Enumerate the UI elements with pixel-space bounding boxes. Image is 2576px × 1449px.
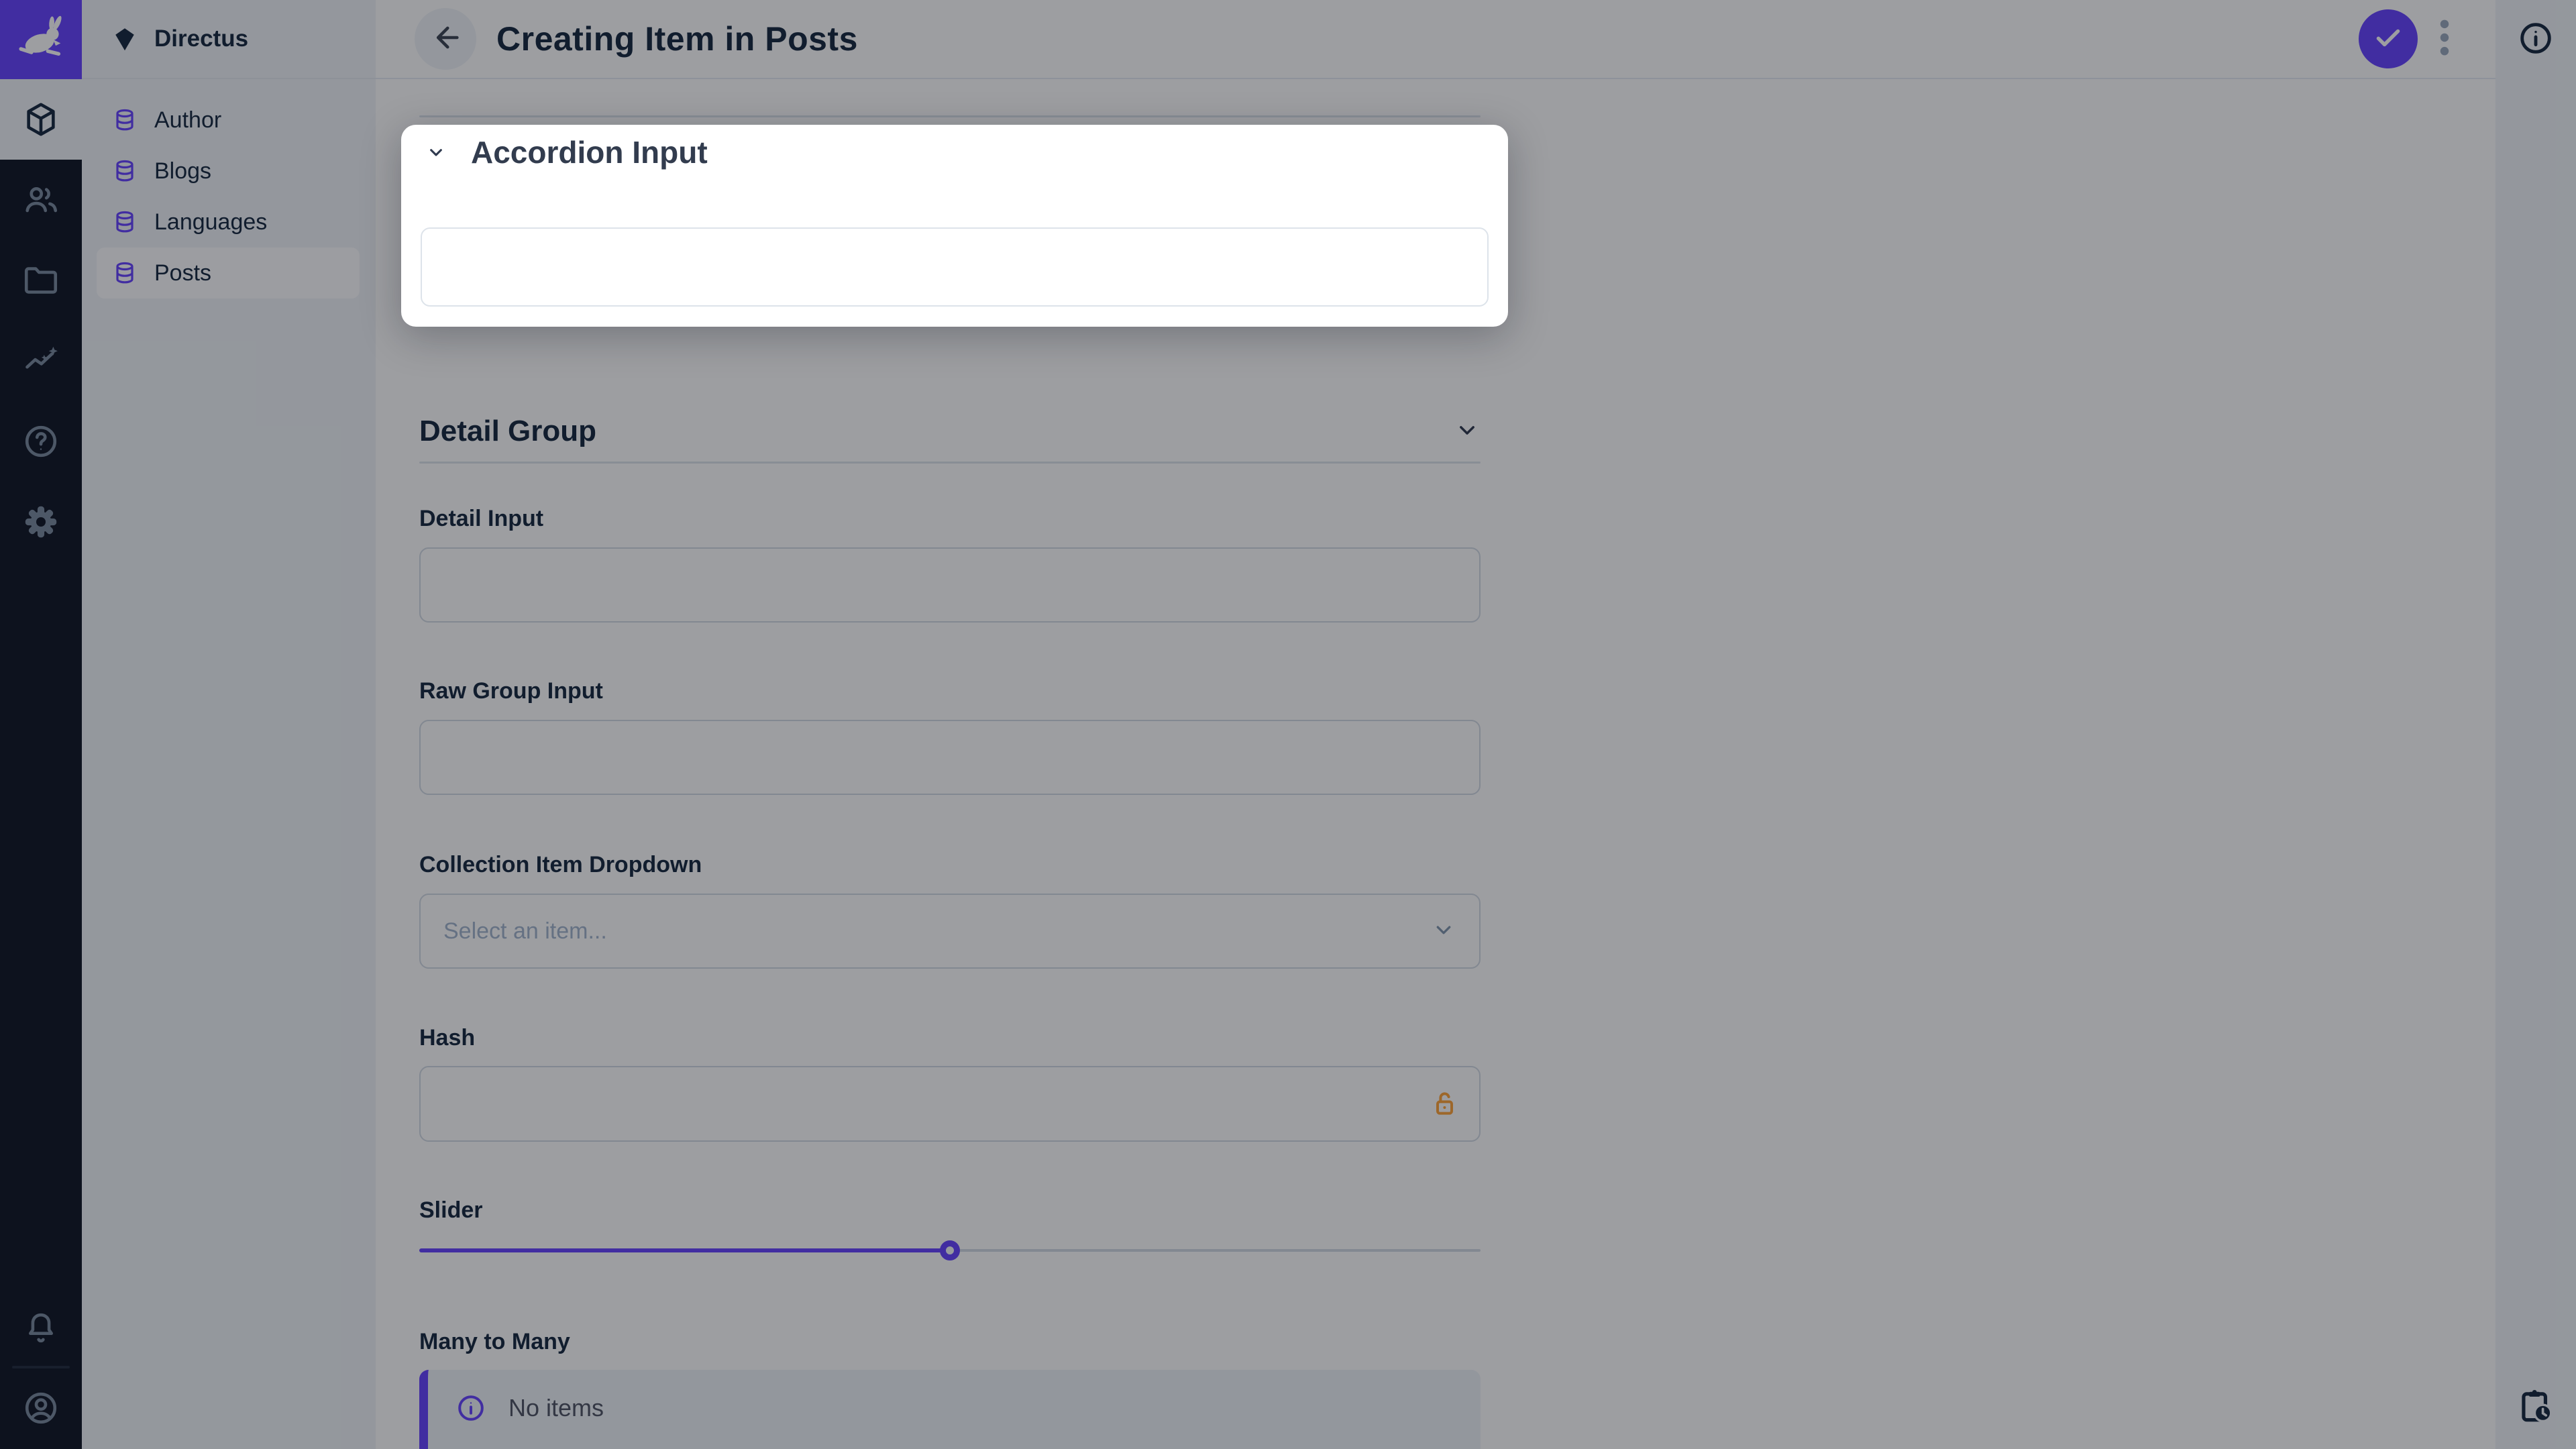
accordion-input-field[interactable]	[421, 227, 1489, 307]
directus-app: Directus Author	[0, 0, 2576, 1449]
chevron-down-icon	[425, 142, 447, 163]
accordion-spotlight-card: Accordion Input	[401, 125, 1508, 327]
accordion-header[interactable]: Accordion Input	[401, 133, 708, 172]
accordion-title: Accordion Input	[471, 134, 708, 170]
